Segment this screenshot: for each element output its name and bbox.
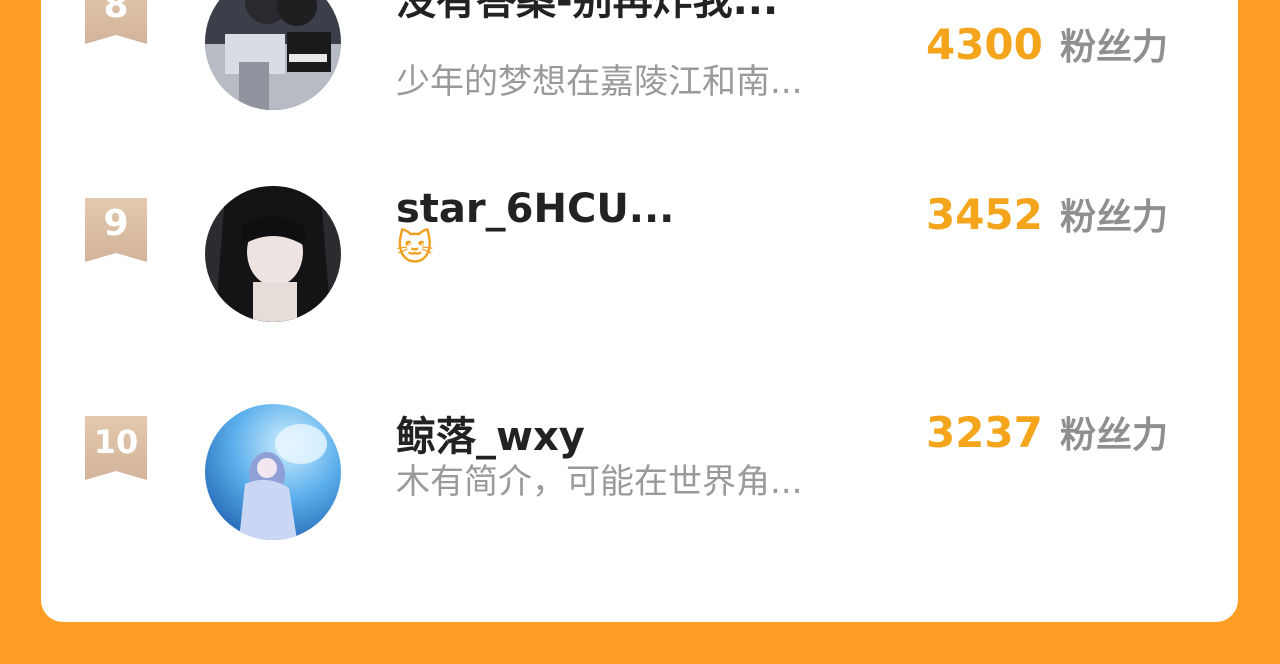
avatar[interactable] <box>205 404 341 540</box>
score-unit: 粉丝力 <box>1059 27 1168 68</box>
score-value: 3237 <box>925 408 1043 457</box>
score-value: 3452 <box>925 190 1043 239</box>
user-bio: 少年的梦想在嘉陵江和南... <box>396 62 803 102</box>
user-bio: 🐱 <box>396 228 434 269</box>
leaderboard-row[interactable]: 8 没有答案-别再炸我... 少年的梦想在嘉陵江和南... 4300 粉丝力 <box>41 0 1238 110</box>
user-bio: 木有简介，可能在世界角... <box>396 462 803 502</box>
fan-power-score: 4300 粉丝力 <box>926 18 1168 70</box>
rank-badge-icon: 10 <box>85 416 147 480</box>
fan-power-score: 3452 粉丝力 <box>926 188 1168 240</box>
score-unit: 粉丝力 <box>1059 415 1168 456</box>
avatar[interactable] <box>205 186 341 322</box>
rank-number: 10 <box>93 423 139 461</box>
leaderboard-row[interactable]: 9 star_6HCU... 🐱 3452 粉丝力 <box>41 186 1238 326</box>
avatar[interactable] <box>205 0 341 110</box>
fan-power-score: 3237 粉丝力 <box>926 406 1168 458</box>
score-value: 4300 <box>925 20 1043 69</box>
rank-badge-icon: 9 <box>85 198 147 262</box>
leaderboard-panel: 8 没有答案-别再炸我... 少年的梦想在嘉陵江和南... 4300 粉丝力 9 <box>41 0 1238 622</box>
rank-number: 8 <box>103 0 129 26</box>
rank-number: 9 <box>103 203 129 244</box>
score-unit: 粉丝力 <box>1059 197 1168 238</box>
user-name: 没有答案-别再炸我... <box>396 0 779 24</box>
rank-badge-icon: 8 <box>85 0 147 44</box>
user-name: star_6HCU... <box>396 186 675 232</box>
leaderboard-row[interactable]: 10 鲸落_wxy 木有简介，可能在世界角... 3237 粉丝力 <box>41 404 1238 544</box>
